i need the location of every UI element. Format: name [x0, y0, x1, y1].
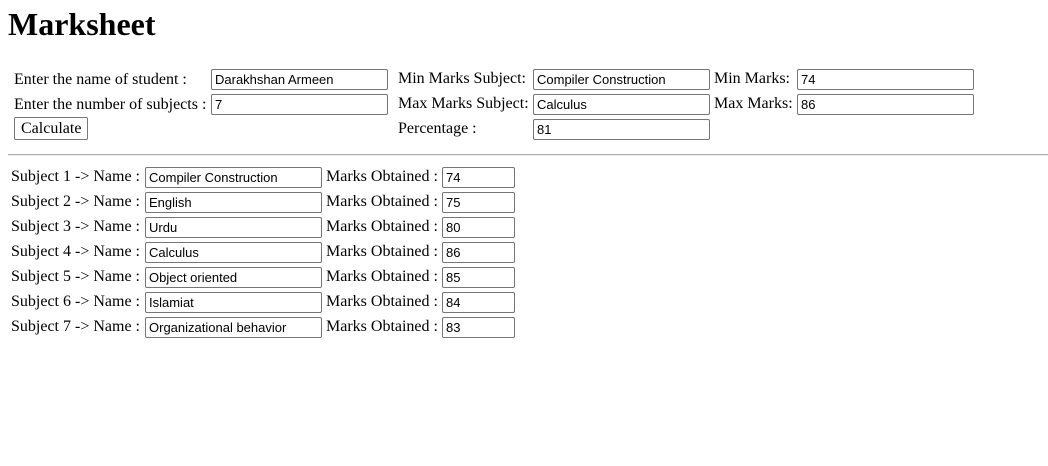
- subject-name-input[interactable]: [145, 217, 322, 238]
- marks-obtained-input[interactable]: [442, 167, 515, 188]
- student-name-input[interactable]: [211, 69, 388, 90]
- marks-obtained-input[interactable]: [442, 217, 515, 238]
- percentage-label: Percentage :: [398, 120, 477, 137]
- marks-obtained-label: Marks Obtained :: [326, 193, 438, 210]
- subject-label: Subject 2 -> Name :: [11, 193, 140, 210]
- subject-label: Subject 4 -> Name :: [11, 243, 140, 260]
- subject-count-input[interactable]: [211, 94, 388, 115]
- subject-count-label: Enter the number of subjects :: [14, 96, 207, 113]
- subject-label: Subject 7 -> Name :: [11, 318, 140, 335]
- marks-obtained-label: Marks Obtained :: [326, 168, 438, 185]
- subject-label: Subject 1 -> Name :: [11, 168, 140, 185]
- min-marks-label: Min Marks:: [714, 70, 790, 87]
- max-marks-field[interactable]: [797, 94, 974, 115]
- section-divider: [8, 154, 1048, 156]
- max-marks-label: Max Marks:: [714, 95, 793, 112]
- subject-label: Subject 3 -> Name :: [11, 218, 140, 235]
- marks-obtained-label: Marks Obtained :: [326, 318, 438, 335]
- marks-obtained-label: Marks Obtained :: [326, 243, 438, 260]
- subject-name-input[interactable]: [145, 167, 322, 188]
- student-name-label: Enter the name of student :: [14, 71, 187, 88]
- marks-obtained-input[interactable]: [442, 267, 515, 288]
- subject-name-input[interactable]: [145, 192, 322, 213]
- subject-name-input[interactable]: [145, 267, 322, 288]
- subject-name-input[interactable]: [145, 292, 322, 313]
- marks-obtained-label: Marks Obtained :: [326, 293, 438, 310]
- marks-obtained-label: Marks Obtained :: [326, 218, 438, 235]
- subject-name-input[interactable]: [145, 242, 322, 263]
- marks-obtained-input[interactable]: [442, 242, 515, 263]
- marks-obtained-input[interactable]: [442, 192, 515, 213]
- subject-label: Subject 6 -> Name :: [11, 293, 140, 310]
- subject-name-input[interactable]: [145, 317, 322, 338]
- marks-obtained-input[interactable]: [442, 317, 515, 338]
- subject-label: Subject 5 -> Name :: [11, 268, 140, 285]
- min-subject-field[interactable]: [533, 69, 710, 90]
- max-subject-label: Max Marks Subject:: [398, 95, 529, 112]
- page-title: Marksheet: [8, 6, 156, 42]
- marks-obtained-label: Marks Obtained :: [326, 268, 438, 285]
- percentage-field[interactable]: [533, 119, 710, 140]
- calculate-button[interactable]: Calculate: [14, 117, 89, 140]
- min-marks-field[interactable]: [797, 69, 974, 90]
- marks-obtained-input[interactable]: [442, 292, 515, 313]
- min-subject-label: Min Marks Subject:: [398, 70, 526, 87]
- max-subject-field[interactable]: [533, 94, 710, 115]
